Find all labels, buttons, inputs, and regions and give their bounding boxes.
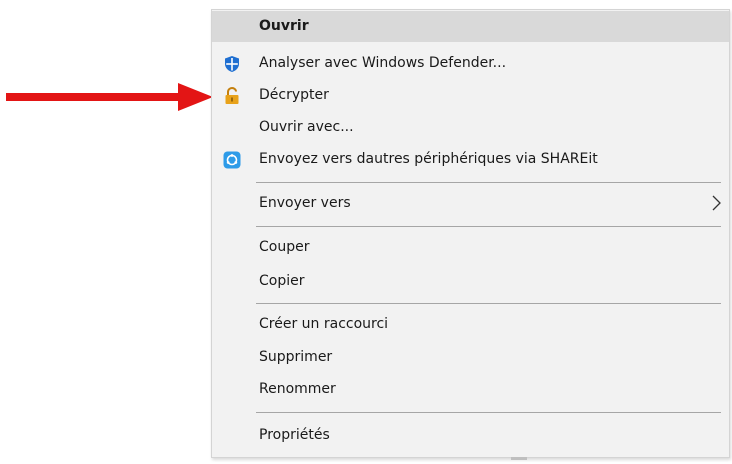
menu-item-proprietes[interactable]: Propriétés <box>212 420 729 451</box>
menu-item-label: Analyser avec Windows Defender... <box>259 55 507 71</box>
menu-item-copier[interactable]: Copier <box>212 266 729 297</box>
menu-item-renommer[interactable]: Renommer <box>212 374 729 405</box>
menu-item-couper[interactable]: Couper <box>212 232 729 263</box>
menu-item-label: Décrypter <box>259 87 329 103</box>
windows-defender-icon <box>225 56 239 72</box>
shareit-icon <box>223 151 241 169</box>
menu-item-label: Ouvrir avec... <box>259 119 354 135</box>
menu-separator <box>256 226 721 227</box>
menu-item-ouvrir[interactable]: Ouvrir <box>212 11 729 42</box>
menu-item-label: Créer un raccourci <box>259 316 389 332</box>
menu-item-ouvrir-avec[interactable]: Ouvrir avec... <box>212 112 729 143</box>
menu-item-envoyer-vers[interactable]: Envoyer vers <box>212 188 729 219</box>
context-menu: Ouvrir Analyser avec Windows Defender...… <box>211 9 730 458</box>
unlock-padlock-icon <box>225 87 239 104</box>
chevron-right-icon <box>712 195 721 211</box>
menu-item-supprimer[interactable]: Supprimer <box>212 342 729 373</box>
menu-item-label: Supprimer <box>259 349 333 365</box>
annotation-arrow <box>6 83 213 111</box>
menu-separator <box>256 303 721 304</box>
menu-item-label: Copier <box>259 273 305 289</box>
menu-item-label: Couper <box>259 239 310 255</box>
menu-item-label: Envoyer vers <box>259 195 351 211</box>
menu-item-label: Envoyez vers dautres périphériques via S… <box>259 151 598 167</box>
menu-item-decrypter[interactable]: Décrypter <box>212 80 729 111</box>
menu-separator <box>256 412 721 413</box>
menu-item-creer-raccourci[interactable]: Créer un raccourci <box>212 309 729 340</box>
menu-separator <box>256 182 721 183</box>
menu-item-label: Renommer <box>259 381 336 397</box>
menu-item-label: Propriétés <box>259 427 330 443</box>
menu-item-label: Ouvrir <box>259 18 309 34</box>
screenshot-stage: Ouvrir Analyser avec Windows Defender...… <box>0 0 732 464</box>
background-window-edge <box>511 457 527 460</box>
menu-item-analyser-windows-defender[interactable]: Analyser avec Windows Defender... <box>212 48 729 79</box>
menu-item-envoyez-shareit[interactable]: Envoyez vers dautres périphériques via S… <box>212 144 729 175</box>
